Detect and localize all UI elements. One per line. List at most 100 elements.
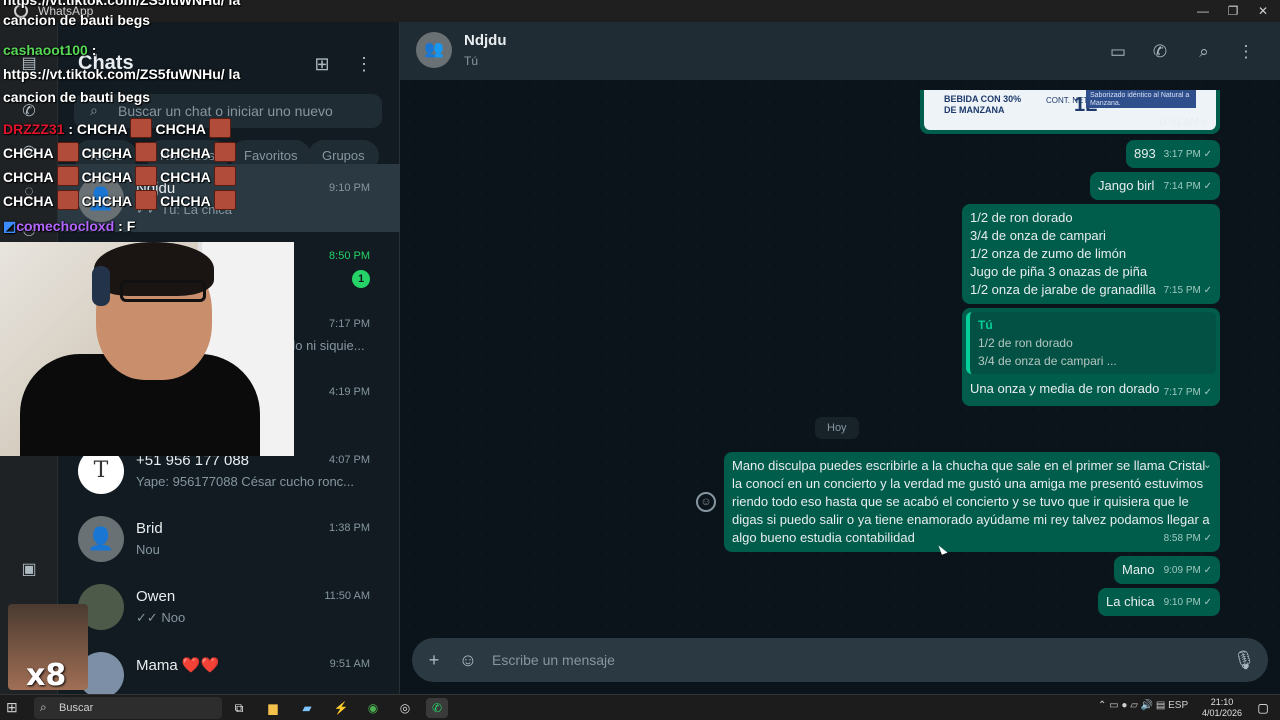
chat-preview: Nou <box>136 542 160 557</box>
message-bubble[interactable]: 893 3:17 PM ✓ <box>1126 140 1220 168</box>
chat-time: 11:50 AM <box>324 590 370 602</box>
message-text: 1/2 de ron dorado 3/4 de onza de campari… <box>970 210 1156 297</box>
notification-icon[interactable]: ▢ <box>1252 698 1274 718</box>
maximize-icon[interactable]: ❐ <box>1218 2 1248 20</box>
message-text: Mano <box>1122 562 1155 577</box>
app-window: WhatsApp — ❐ ✕ ▤ ✆ ◎ ◌ ⚇ ▣ Chats ⊞ ⋮ ⌕ T… <box>0 0 1280 720</box>
windows-start-icon[interactable]: ⊞ <box>6 699 22 715</box>
sticker-icon[interactable]: ☺ <box>456 648 480 672</box>
quote-author: Tú <box>978 318 993 332</box>
message-text: La chica <box>1106 594 1155 609</box>
message-input[interactable] <box>492 650 1192 670</box>
menu-icon[interactable]: ⋮ <box>1234 40 1258 64</box>
message-time: 7:15 PM ✓ <box>1163 285 1212 296</box>
image-blue-text: Saborizado idéntico al Natural a Manzana… <box>1086 90 1196 108</box>
quote-text: 1/2 de ron dorado 3/4 de onza de campari… <box>978 336 1117 368</box>
default-avatar-icon: 👤 <box>78 176 124 222</box>
group-avatar-icon[interactable]: 👥 <box>416 32 452 68</box>
search-box[interactable]: ⌕ <box>74 94 382 128</box>
clock-date: 4/01/2026 <box>1201 708 1243 718</box>
title-bar: WhatsApp — ❐ ✕ <box>0 0 1280 22</box>
notes-app-icon[interactable]: ▰ <box>296 698 318 718</box>
message-time: 3:17 PM ✓ <box>1163 149 1212 160</box>
chat-time: 4:07 PM <box>329 454 370 466</box>
message-text: Jango birl <box>1098 178 1155 193</box>
emote-combo: x8 <box>8 604 88 693</box>
chat-row[interactable]: 👤 Brid 1:38 PM Nou <box>58 504 400 572</box>
chat-time: 9:51 AM <box>329 658 370 670</box>
attach-plus-icon[interactable]: + <box>422 648 446 672</box>
search-icon[interactable]: ⌕ <box>1192 40 1216 64</box>
message-bubble[interactable]: Mano disculpa puedes escribirle a la chu… <box>724 452 1220 552</box>
quoted-message[interactable]: Tú 1/2 de ron dorado 3/4 de onza de camp… <box>966 312 1216 374</box>
app-title: WhatsApp <box>38 4 94 18</box>
chat-row[interactable]: Owen 11:50 AM ✓✓ Noo <box>58 572 400 640</box>
message-time: 9:09 PM ✓ <box>1163 565 1212 576</box>
chat-preview: do ni siquie... <box>288 338 365 353</box>
chats-icon[interactable]: ▤ <box>17 52 41 76</box>
chats-title: Chats <box>78 52 134 74</box>
composer-bar[interactable]: + ☺ 🎙 <box>412 638 1268 682</box>
chat-row[interactable]: Mama ❤️❤️ 9:51 AM <box>58 640 400 694</box>
chat-time: 8:50 PM <box>329 250 370 262</box>
composer-area: + ☺ 🎙 <box>400 634 1280 694</box>
whatsapp-taskbar-icon[interactable]: ✆ <box>426 698 448 718</box>
close-icon[interactable]: ✕ <box>1248 2 1278 20</box>
whatsapp-logo-icon <box>14 4 28 18</box>
clock-time: 21:10 <box>1210 697 1234 707</box>
game-app-icon[interactable]: ⚡ <box>330 698 352 718</box>
media-icon[interactable]: ▣ <box>17 558 41 582</box>
chat-row[interactable]: 👤 Ndjdu 9:10 PM ✓✓ Tú: La chica <box>58 164 400 232</box>
search-icon: ⌕ <box>90 102 98 118</box>
chat-time: 9:10 PM <box>329 182 370 194</box>
taskbar-clock[interactable]: 21:10 4/01/2026 <box>1200 697 1244 719</box>
conversation-header[interactable]: 👥 Ndjdu Tú ▭ ✆ ⌕ ⋮ <box>400 22 1280 80</box>
chevron-down-icon[interactable]: ⌄ <box>1203 456 1212 474</box>
message-bubble[interactable]: Jango birl 7:14 PM ✓ <box>1090 172 1220 200</box>
message-text: 893 <box>1134 146 1156 161</box>
chat-time: 1:38 PM <box>329 522 370 534</box>
voice-call-icon[interactable]: ✆ <box>1148 40 1172 64</box>
unread-badge: 1 <box>352 270 370 288</box>
minimize-icon[interactable]: — <box>1188 2 1218 20</box>
file-explorer-icon[interactable]: ▆ <box>262 698 284 718</box>
react-emoji-icon[interactable]: ☺ <box>696 492 716 512</box>
message-time: 8:58 PM ✓ <box>1163 533 1212 544</box>
message-bubble[interactable]: La chica 9:10 PM ✓ <box>1098 588 1220 616</box>
headset <box>92 266 110 306</box>
language-indicator[interactable]: ESP <box>1168 700 1188 711</box>
system-tray[interactable]: ⌃ ▭ ● ▱ 🔊 ▤ ESP <box>1098 700 1188 711</box>
communities-icon[interactable]: ⚇ <box>17 220 41 244</box>
message-bubble[interactable]: 1/2 de ron dorado 3/4 de onza de campari… <box>962 204 1220 304</box>
taskbar-search[interactable]: ⌕ Buscar <box>34 697 222 719</box>
new-chat-icon[interactable]: ⊞ <box>310 52 334 76</box>
contact-name[interactable]: Ndjdu <box>464 32 507 49</box>
chat-name: Owen <box>136 588 176 605</box>
message-bubble[interactable]: Tú 1/2 de ron dorado 3/4 de onza de camp… <box>962 308 1220 406</box>
microphone-icon[interactable]: 🎙 <box>1232 648 1256 672</box>
task-view-icon[interactable]: ⧉ <box>228 698 250 718</box>
channels-icon[interactable]: ◌ <box>17 180 41 204</box>
chat-name: Brid <box>136 520 163 537</box>
message-time: 11:41 AM ✓ <box>1157 117 1210 128</box>
message-time: 9:10 PM ✓ <box>1163 597 1212 608</box>
conversation-panel: 👥 Ndjdu Tú ▭ ✆ ⌕ ⋮ BEBIDA CON 30% DE MAN… <box>400 22 1280 694</box>
search-icon: ⌕ <box>40 700 47 714</box>
chrome-icon[interactable]: ◉ <box>362 698 384 718</box>
status-icon[interactable]: ◎ <box>17 140 41 164</box>
day-separator: Hoy <box>815 417 859 439</box>
glasses <box>120 280 206 302</box>
chat-preview: Yape: 956177088 César cucho ronc... <box>136 474 355 489</box>
message-time: 7:14 PM ✓ <box>1163 181 1212 192</box>
calls-icon[interactable]: ✆ <box>17 100 41 124</box>
obs-icon[interactable]: ◎ <box>394 698 416 718</box>
emote-multiplier: x8 <box>26 658 67 693</box>
image-label: BEBIDA CON 30% DE MANZANA <box>944 94 1022 115</box>
menu-icon[interactable]: ⋮ <box>352 52 376 76</box>
message-bubble[interactable]: Mano 9:09 PM ✓ <box>1114 556 1220 584</box>
image-message[interactable]: BEBIDA CON 30% DE MANZANA CONT. NET. 1L … <box>920 90 1220 134</box>
video-call-icon[interactable]: ▭ <box>1106 40 1130 64</box>
search-input[interactable] <box>118 100 368 122</box>
message-text: Mano disculpa puedes escribirle a la chu… <box>732 458 1210 545</box>
message-time: 7:17 PM ✓ <box>1163 387 1212 398</box>
